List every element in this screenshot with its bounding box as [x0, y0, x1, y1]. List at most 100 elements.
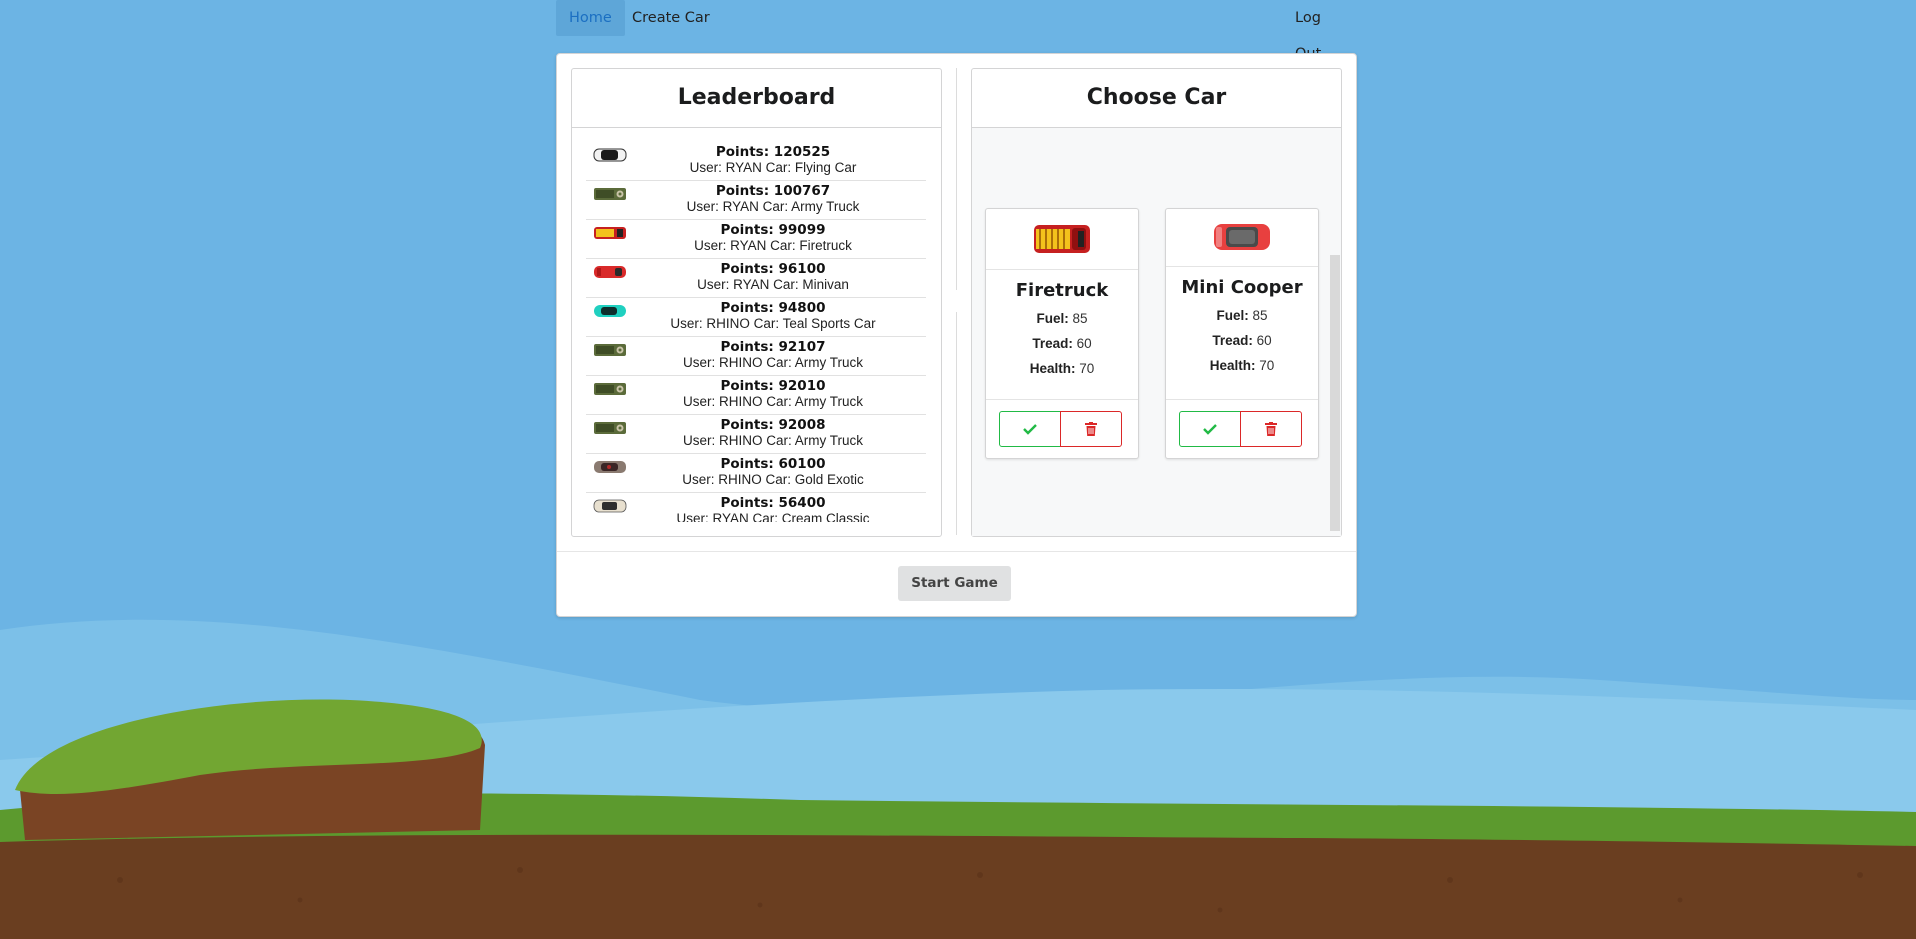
leaderboard-row: Points: 56400 User: RYAN Car: Cream Class… [586, 492, 926, 522]
car-options: Firetruck Fuel: 85 Tread: 60 Health: 70 [972, 128, 1341, 536]
nav-create-car[interactable]: Create Car [619, 0, 723, 36]
card-actions [1166, 399, 1318, 458]
points-text: Points: 96100 [720, 261, 826, 277]
leaderboard-row: Points: 60100 User: RHINO Car: Gold Exoti… [586, 453, 926, 492]
user-car-text: User: RYAN Car: Firetruck [694, 238, 852, 253]
leaderboard-entry: Points: 92008 User: RHINO Car: Army Truck [630, 417, 916, 449]
cream-classic-icon [593, 499, 627, 513]
army-truck-icon [594, 383, 626, 395]
points-text: Points: 92107 [720, 339, 826, 355]
points-text: Points: 92010 [720, 378, 826, 394]
army-truck-icon [594, 422, 626, 434]
tread-label: Tread: [1032, 336, 1073, 351]
fuel-label: Fuel: [1036, 311, 1069, 326]
tread-value: 60 [1256, 333, 1272, 348]
car-name: Mini Cooper [1181, 277, 1303, 298]
leaderboard-row: Points: 120525 User: RYAN Car: Flying Car [586, 142, 926, 180]
army-truck-icon [594, 344, 626, 356]
leaderboard-panel: Leaderboard Points: 120525 User: RYAN Car… [571, 68, 942, 537]
main-card: Leaderboard Points: 120525 User: RYAN Car… [556, 53, 1357, 617]
points-text: Points: 99099 [720, 222, 826, 238]
leaderboard-entry: Points: 92107 User: RHINO Car: Army Truck [630, 339, 916, 371]
leaderboard-entry: Points: 99099 User: RYAN Car: Firetruck [630, 222, 916, 254]
user-car-text: User: RHINO Car: Gold Exotic [682, 472, 864, 487]
teal-sports-car-icon [594, 305, 626, 317]
leaderboard-row: Points: 92008 User: RHINO Car: Army Truck [586, 414, 926, 453]
leaderboard-entry: Points: 56400 User: RYAN Car: Cream Class… [630, 495, 916, 522]
points-text: Points: 92008 [720, 417, 826, 433]
flying-car-icon [593, 148, 627, 162]
fuel-stat: Fuel: 85 [986, 311, 1138, 326]
points-text: Points: 100767 [715, 183, 831, 199]
fuel-label: Fuel: [1216, 308, 1249, 323]
car-image [1166, 209, 1318, 267]
minivan-icon [594, 266, 626, 278]
choose-car-panel: Choose Car Firetruck Fuel: 85 Tread: 60 … [971, 68, 1342, 537]
tread-value: 60 [1076, 336, 1092, 351]
leaderboard-entry: Points: 92010 User: RHINO Car: Army Truck [630, 378, 916, 410]
leaderboard-title: Leaderboard [572, 69, 941, 128]
user-car-text: User: RHINO Car: Army Truck [682, 394, 863, 409]
top-nav: Home Create Car Log Out [556, 0, 1356, 62]
leaderboard-row: Points: 92010 User: RHINO Car: Army Truck [586, 375, 926, 414]
select-car-button[interactable] [999, 411, 1061, 447]
start-game-button[interactable]: Start Game [898, 566, 1011, 601]
panel-divider [956, 68, 957, 535]
tread-stat: Tread: 60 [1166, 333, 1318, 348]
leaderboard-entry: Points: 96100 User: RYAN Car: Minivan [630, 261, 916, 293]
user-car-text: User: RYAN Car: Flying Car [689, 160, 857, 175]
leaderboard-entry: Points: 100767 User: RYAN Car: Army Truck [630, 183, 916, 215]
footer-divider [557, 551, 1356, 552]
car-card-firetruck[interactable]: Firetruck Fuel: 85 Tread: 60 Health: 70 [985, 208, 1139, 459]
leaderboard-entry: Points: 60100 User: RHINO Car: Gold Exoti… [630, 456, 916, 488]
gold-exotic-icon [594, 461, 626, 473]
fuel-stat: Fuel: 85 [1166, 308, 1318, 323]
army-truck-icon [594, 188, 626, 200]
leaderboard-entry: Points: 120525 User: RYAN Car: Flying Car [630, 144, 916, 176]
delete-car-button[interactable] [1060, 411, 1122, 447]
choose-car-title: Choose Car [972, 69, 1341, 128]
health-label: Health: [1209, 358, 1256, 373]
user-car-text: User: RHINO Car: Teal Sports Car [670, 316, 876, 331]
check-icon [1203, 424, 1217, 435]
firetruck-icon [1034, 225, 1090, 253]
mini-cooper-icon [1214, 224, 1270, 250]
leaderboard-list[interactable]: Points: 120525 User: RYAN Car: Flying Car… [586, 142, 926, 522]
car-card-mini-cooper[interactable]: Mini Cooper Fuel: 85 Tread: 60 Health: 7… [1165, 208, 1319, 459]
fuel-value: 85 [1252, 308, 1268, 323]
trash-icon [1085, 422, 1097, 436]
check-icon [1023, 424, 1037, 435]
health-label: Health: [1029, 361, 1076, 376]
leaderboard-entry: Points: 94800 User: RHINO Car: Teal Sport… [630, 300, 916, 332]
leaderboard-row: Points: 94800 User: RHINO Car: Teal Sport… [586, 297, 926, 336]
firetruck-icon [594, 227, 626, 239]
leaderboard-row: Points: 92107 User: RHINO Car: Army Truck [586, 336, 926, 375]
leaderboard-row: Points: 96100 User: RYAN Car: Minivan [586, 258, 926, 297]
tread-stat: Tread: 60 [986, 336, 1138, 351]
health-value: 70 [1079, 361, 1095, 376]
health-value: 70 [1259, 358, 1275, 373]
health-stat: Health: 70 [986, 361, 1138, 376]
points-text: Points: 94800 [720, 300, 826, 316]
user-car-text: User: RHINO Car: Army Truck [682, 433, 863, 448]
tread-label: Tread: [1212, 333, 1253, 348]
nav-home[interactable]: Home [556, 0, 625, 36]
trash-icon [1265, 422, 1277, 436]
choose-car-scrollbar[interactable] [1330, 255, 1340, 531]
leaderboard-row: Points: 99099 User: RYAN Car: Firetruck [586, 219, 926, 258]
fuel-value: 85 [1072, 311, 1088, 326]
delete-car-button[interactable] [1240, 411, 1302, 447]
car-image [986, 209, 1138, 270]
user-car-text: User: RYAN Car: Army Truck [686, 199, 860, 214]
user-car-text: User: RYAN Car: Cream Classic [676, 511, 870, 522]
points-text: Points: 56400 [720, 495, 826, 511]
points-text: Points: 60100 [720, 456, 826, 472]
user-car-text: User: RHINO Car: Army Truck [682, 355, 863, 370]
leaderboard-row: Points: 100767 User: RYAN Car: Army Truck [586, 180, 926, 219]
points-text: Points: 120525 [715, 144, 831, 160]
car-name: Firetruck [1015, 280, 1109, 301]
select-car-button[interactable] [1179, 411, 1241, 447]
nav-log-out[interactable]: Log Out [1282, 0, 1356, 62]
card-actions [986, 399, 1138, 458]
health-stat: Health: 70 [1166, 358, 1318, 373]
